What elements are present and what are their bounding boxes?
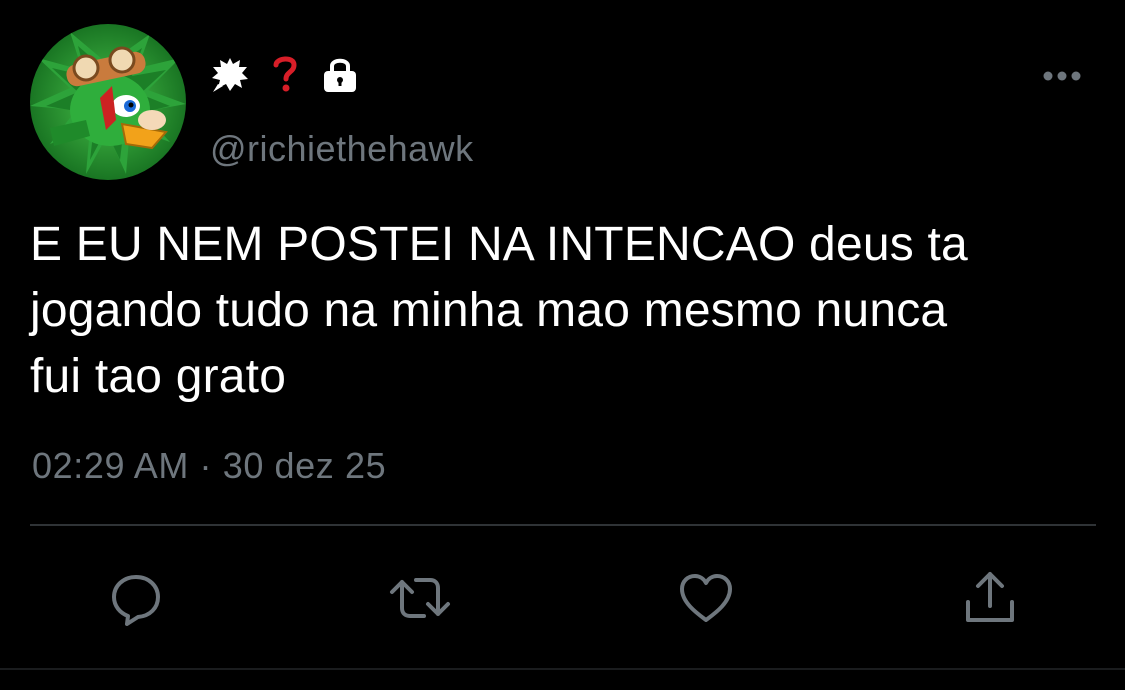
reply-button[interactable] [104,566,168,630]
action-bar [0,566,1125,630]
bottom-divider [0,668,1125,670]
more-options-button[interactable] [1040,62,1084,90]
display-name[interactable] [210,52,360,96]
divider [30,524,1096,526]
user-handle[interactable]: @richiethehawk [210,127,474,171]
lock-emoji [320,54,360,94]
heart-icon [680,574,732,622]
tweet-card: @richiethehawk E EU NEM POSTEI NA INTENC… [0,0,1125,690]
red-question-mark-emoji [272,54,298,94]
share-button[interactable] [958,566,1022,630]
speech-bubble-icon [112,575,160,626]
tweet-text: E EU NEM POSTEI NA INTENCAO deus ta joga… [30,218,968,403]
retweet-arrows-icon [390,578,450,618]
ellipsis-icon [1043,71,1081,81]
speech-burst-emoji [210,54,250,94]
avatar[interactable] [30,24,186,180]
retweet-button[interactable] [388,566,452,630]
like-button[interactable] [674,566,738,630]
avatar-image [30,24,186,180]
tweet-timestamp[interactable]: 02:29 AM · 30 dez 25 [32,442,386,490]
upload-icon [966,572,1014,622]
